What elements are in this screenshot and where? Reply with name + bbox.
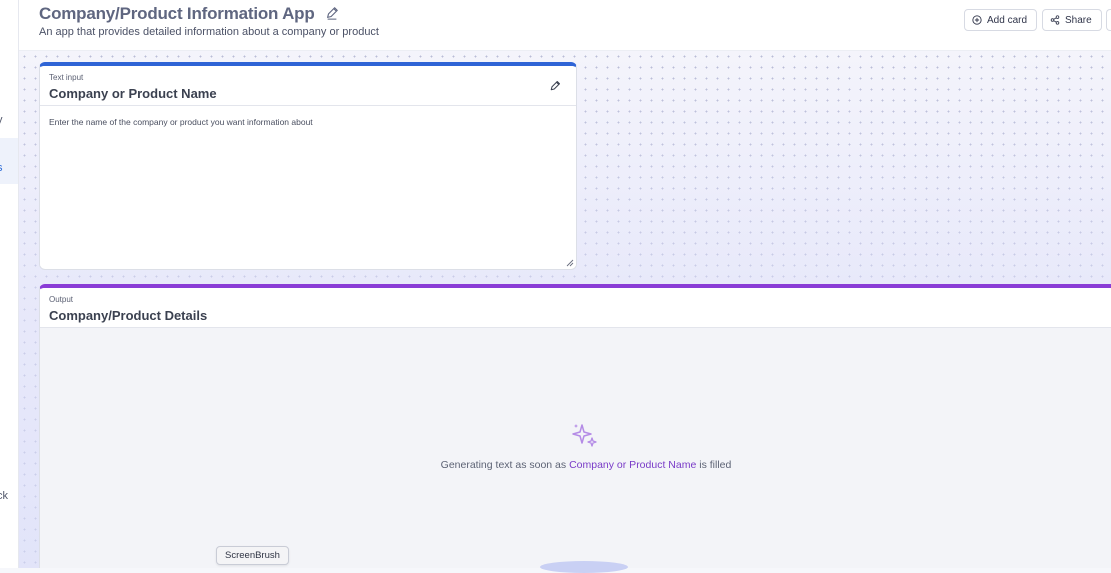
card-title: Company or Product Name [49,86,217,101]
screenbrush-button[interactable]: ScreenBrush [216,546,289,565]
text-input-card: Text input Company or Product Name [39,62,577,270]
pencil-icon[interactable] [325,6,339,20]
more-button[interactable] [1106,9,1111,31]
card-header: Text input Company or Product Name [40,66,576,106]
sidebar: t y s ck [0,0,19,568]
bottom-handle [540,561,628,573]
message-prefix: Generating text as soon as [441,459,567,471]
message-suffix: is filled [699,459,731,471]
share-icon [1050,15,1060,25]
sidebar-item-2[interactable]: y [0,114,3,126]
page-title: Company/Product Information App [39,4,315,24]
output-card: Output Company/Product Details Generatin… [39,284,1111,568]
pencil-icon[interactable] [549,80,561,92]
card-header: Output Company/Product Details [40,288,1111,328]
add-card-label: Add card [987,15,1027,26]
canvas: Text input Company or Product Name Outpu… [19,51,1111,568]
resize-handle-icon[interactable] [566,259,574,267]
card-type-label: Output [49,295,73,304]
sidebar-active-highlight [0,138,18,184]
add-card-button[interactable]: Add card [964,9,1037,31]
output-status-message: Generating text as soon as Company or Pr… [40,459,1111,471]
sidebar-item-back[interactable]: ck [0,490,8,502]
app-header: Company/Product Information App An app t… [19,0,1111,51]
page-subtitle: An app that provides detailed informatio… [39,26,379,38]
message-field-link[interactable]: Company or Product Name [569,459,696,471]
output-body: Generating text as soon as Company or Pr… [40,328,1111,568]
sparkle-icon [571,422,599,450]
share-button[interactable]: Share [1042,9,1102,31]
plus-circle-icon [972,15,982,25]
card-title: Company/Product Details [49,308,207,323]
company-name-input[interactable] [40,106,576,266]
sidebar-item-3[interactable]: s [0,162,3,174]
share-label: Share [1065,15,1092,26]
card-type-label: Text input [49,73,83,82]
